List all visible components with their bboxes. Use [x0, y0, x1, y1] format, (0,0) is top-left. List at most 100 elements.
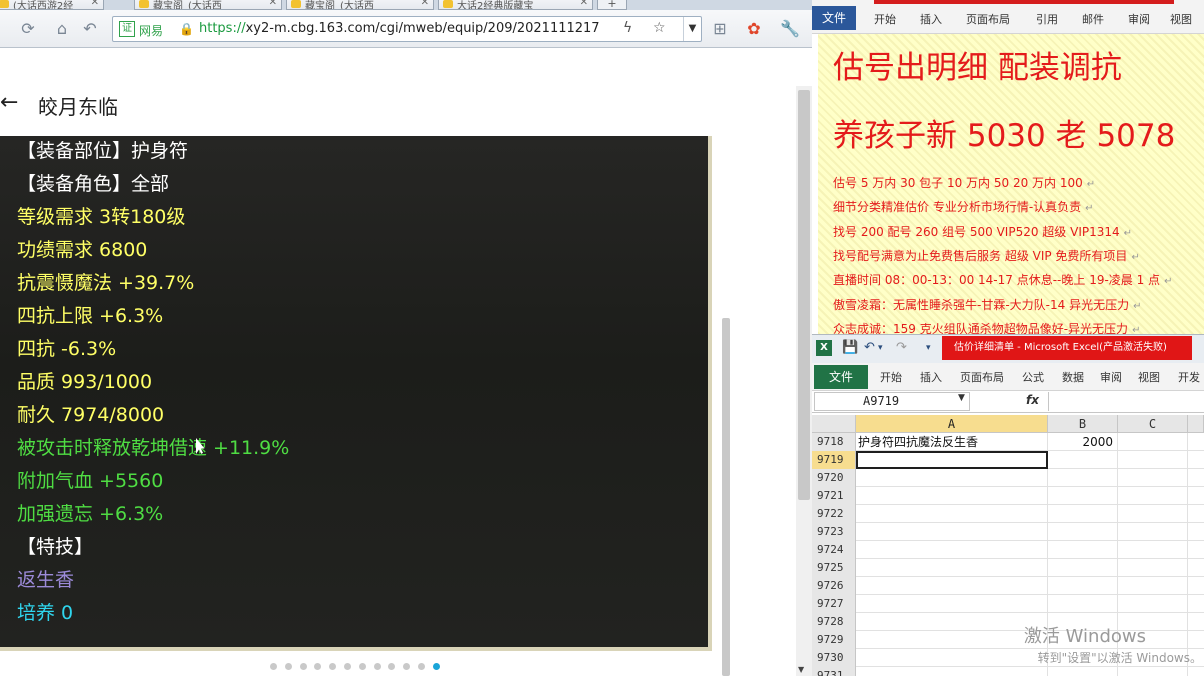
- cell[interactable]: [1048, 451, 1118, 469]
- cell[interactable]: 2000: [1048, 433, 1118, 451]
- cell[interactable]: [1048, 487, 1118, 505]
- refresh-icon[interactable]: ⟳: [18, 19, 38, 39]
- cell[interactable]: [1118, 577, 1188, 595]
- cell[interactable]: [1048, 541, 1118, 559]
- word-tab[interactable]: 插入: [920, 11, 942, 27]
- undo-close-icon[interactable]: ↶: [80, 19, 100, 39]
- row-header[interactable]: 9722: [812, 505, 856, 523]
- excel-tab[interactable]: 审阅: [1100, 369, 1122, 385]
- row-header[interactable]: 9719: [812, 451, 856, 469]
- insert-function-icon[interactable]: fx: [1026, 393, 1039, 407]
- redo-icon[interactable]: ↷: [896, 340, 907, 355]
- cell[interactable]: [856, 649, 1048, 667]
- row-header[interactable]: 9730: [812, 649, 856, 667]
- row-header[interactable]: 9723: [812, 523, 856, 541]
- cell[interactable]: [856, 613, 1048, 631]
- cell[interactable]: [1118, 667, 1188, 676]
- page-scrollbar-thumb[interactable]: [798, 90, 810, 500]
- word-tab[interactable]: 引用: [1036, 11, 1058, 27]
- row-header[interactable]: 9726: [812, 577, 856, 595]
- cell[interactable]: [1048, 559, 1118, 577]
- word-tab[interactable]: 开始: [874, 11, 896, 27]
- row-header[interactable]: 9725: [812, 559, 856, 577]
- pager-dot[interactable]: [270, 663, 277, 670]
- pager-dot[interactable]: [314, 663, 322, 670]
- browser-tab[interactable]: (大话西游2经 ✕: [0, 0, 104, 10]
- row-header[interactable]: 9720: [812, 469, 856, 487]
- column-header[interactable]: A: [856, 415, 1048, 433]
- cell[interactable]: [1118, 487, 1188, 505]
- cell[interactable]: [856, 595, 1048, 613]
- word-document[interactable]: 估号出明细 配装调抗 养孩子新 5030 老 5078 估号 5 万内 30 包…: [818, 34, 1204, 334]
- address-bar[interactable]: 证 网易 🔒 https://xy2-m.cbg.163.com/cgi/mwe…: [112, 16, 702, 42]
- home-icon[interactable]: ⌂: [52, 19, 72, 39]
- cell[interactable]: [1048, 505, 1118, 523]
- row-header[interactable]: 9724: [812, 541, 856, 559]
- excel-tab[interactable]: 视图: [1138, 369, 1160, 385]
- cell[interactable]: [1118, 505, 1188, 523]
- browser-tab[interactable]: 大话2经典版藏宝 ✕: [438, 0, 593, 10]
- game-icon[interactable]: ✿: [744, 19, 764, 39]
- pager-dot[interactable]: [344, 663, 351, 670]
- close-icon[interactable]: ✕: [580, 0, 588, 8]
- excel-tab[interactable]: 页面布局: [960, 369, 1004, 385]
- close-icon[interactable]: ✕: [91, 0, 99, 8]
- cell[interactable]: [1118, 433, 1188, 451]
- cell[interactable]: [856, 487, 1048, 505]
- pager-dot[interactable]: [358, 663, 366, 670]
- customize-qat-icon[interactable]: ▾: [926, 343, 931, 353]
- wrench-icon[interactable]: 🔧: [780, 19, 800, 39]
- back-arrow-icon[interactable]: ←: [0, 92, 22, 114]
- excel-tab[interactable]: 插入: [920, 369, 942, 385]
- excel-tab[interactable]: 开始: [880, 369, 902, 385]
- new-tab-button[interactable]: +: [597, 0, 627, 10]
- cell[interactable]: [856, 559, 1048, 577]
- cell[interactable]: [1048, 469, 1118, 487]
- cell[interactable]: [1118, 523, 1188, 541]
- word-tab[interactable]: 邮件: [1082, 11, 1104, 27]
- cell[interactable]: 护身符四抗魔法反生香: [856, 433, 1048, 451]
- close-icon[interactable]: ✕: [421, 0, 429, 8]
- scroll-down-icon[interactable]: ▼: [798, 665, 804, 674]
- pager-dot[interactable]: [299, 663, 307, 670]
- word-tab[interactable]: 视图: [1170, 11, 1192, 27]
- cell[interactable]: [856, 505, 1048, 523]
- undo-dropdown-icon[interactable]: ▾: [878, 343, 883, 353]
- column-header[interactable]: B: [1048, 415, 1118, 433]
- cell[interactable]: [1048, 577, 1118, 595]
- cell[interactable]: [856, 541, 1048, 559]
- cell[interactable]: [856, 523, 1048, 541]
- cell[interactable]: [856, 631, 1048, 649]
- excel-tab[interactable]: 开发: [1178, 369, 1200, 385]
- cell[interactable]: [1048, 595, 1118, 613]
- page-scrollbar[interactable]: ▼: [796, 86, 812, 676]
- browser-tab[interactable]: 藏宝阁_(大话西 ✕: [134, 0, 282, 10]
- excel-tab[interactable]: 数据: [1062, 369, 1084, 385]
- pager-dot[interactable]: [403, 663, 411, 670]
- formula-input[interactable]: [1048, 392, 1204, 411]
- select-all-corner[interactable]: [812, 415, 856, 433]
- cell[interactable]: [856, 577, 1048, 595]
- close-icon[interactable]: ✕: [269, 0, 277, 8]
- pager-dot[interactable]: [432, 663, 440, 670]
- cell[interactable]: [1118, 469, 1188, 487]
- row-header[interactable]: 9731: [812, 667, 856, 676]
- row-header[interactable]: 9728: [812, 613, 856, 631]
- cell[interactable]: [1048, 523, 1118, 541]
- browser-tab[interactable]: 藏宝阁_(大话西 ✕: [286, 0, 434, 10]
- row-header[interactable]: 9721: [812, 487, 856, 505]
- column-header[interactable]: [1188, 415, 1204, 433]
- pager-dot[interactable]: [418, 663, 425, 670]
- pager-dot[interactable]: [284, 663, 292, 670]
- cell[interactable]: [1118, 451, 1188, 469]
- row-header[interactable]: 9718: [812, 433, 856, 451]
- excel-file-tab[interactable]: 文件: [814, 365, 868, 389]
- star-icon[interactable]: ☆: [653, 20, 666, 36]
- active-cell[interactable]: [856, 451, 1048, 469]
- pager-dot[interactable]: [373, 663, 381, 670]
- url-text[interactable]: https://xy2-m.cbg.163.com/cgi/mweb/equip…: [199, 21, 619, 36]
- inner-scrollbar-thumb[interactable]: [722, 318, 730, 676]
- save-icon[interactable]: 💾: [842, 340, 858, 355]
- cell[interactable]: [856, 667, 1048, 676]
- certificate-icon[interactable]: 证: [119, 21, 135, 37]
